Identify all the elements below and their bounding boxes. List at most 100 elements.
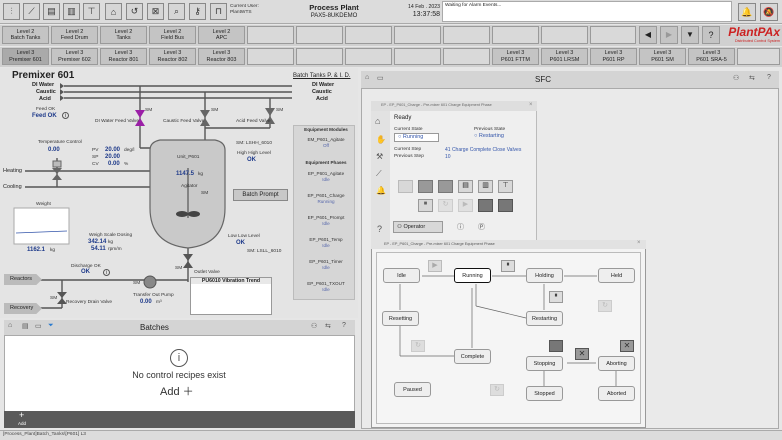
state-resetting[interactable]: Resetting <box>382 311 419 326</box>
tree-button[interactable]: ⊤ <box>498 180 513 193</box>
faceplate-close-icon[interactable]: × <box>529 102 533 108</box>
list-button[interactable]: ▤ <box>458 180 473 193</box>
footer-add-label[interactable]: Add <box>18 421 26 426</box>
nav-level3-p601-fttm[interactable]: Level 3 P601 FTTM <box>492 48 539 65</box>
document-icon[interactable]: ▤ <box>43 3 60 20</box>
filter-icon[interactable]: ⏷ <box>48 322 54 330</box>
key-icon[interactable]: ⚷ <box>189 3 206 20</box>
sp-value[interactable]: 20.00 <box>105 154 120 160</box>
info-icon[interactable]: i <box>103 269 110 276</box>
sliders-icon[interactable]: ⫶ <box>3 3 20 20</box>
state-aborted[interactable]: Aborted <box>598 386 635 401</box>
home-icon[interactable]: ⌂ <box>8 322 12 329</box>
state-idle[interactable]: Idle <box>383 268 420 283</box>
batch-prompt-button[interactable]: Batch Prompt <box>233 189 288 201</box>
vibration-trend[interactable]: PU6010 Vibration Trend <box>190 277 272 315</box>
info-icon[interactable]: ⓘ <box>457 222 464 232</box>
start-command-icon[interactable]: ▶ <box>428 260 442 272</box>
state-aborting[interactable]: Aborting <box>598 356 635 371</box>
nav-blank[interactable] <box>443 26 490 44</box>
nav-blank[interactable] <box>247 26 294 44</box>
abort-command-icon[interactable]: ✕ <box>620 340 634 352</box>
state-model-close-icon[interactable]: × <box>637 240 641 246</box>
settings-icon[interactable]: ⇆ <box>749 74 755 82</box>
list-icon[interactable]: ▤ <box>22 322 29 330</box>
lock-icon[interactable]: ⊓ <box>210 3 227 20</box>
operator-button[interactable]: ⚇ Operator <box>393 221 443 233</box>
phase-item[interactable]: EP_P601_Agitate Idle <box>297 171 355 182</box>
footer-plus-icon[interactable]: + <box>19 410 24 420</box>
history-icon[interactable]: ↺ <box>126 3 143 20</box>
hierarchy-icon[interactable]: ⊤ <box>83 3 100 20</box>
nav-level2-feed-drum[interactable]: Level 2 Feed Drum <box>51 26 98 44</box>
search-icon[interactable]: ⌕ <box>168 3 185 20</box>
help-icon[interactable]: ? <box>702 26 720 44</box>
nav-blank[interactable] <box>296 48 343 65</box>
forward-icon[interactable]: ▶ <box>660 26 678 44</box>
image-icon[interactable]: ▭ <box>377 74 384 82</box>
nav-level3-p601-sm[interactable]: Level 3 P601 SM <box>639 48 686 65</box>
phase-item[interactable]: EP_P601_Temp Idle <box>297 237 355 248</box>
recovery-label[interactable]: Recovery <box>4 303 42 314</box>
pause-command-icon[interactable]: ⏸ <box>501 260 515 272</box>
em-agitate[interactable]: EM_P601_Agitate Off <box>297 137 355 148</box>
stop-command-icon[interactable] <box>549 340 563 352</box>
state-holding[interactable]: Holding <box>526 268 563 283</box>
nav-blank[interactable] <box>296 26 343 44</box>
add-recipe-button[interactable]: Add ＋ <box>160 383 200 399</box>
pause-button[interactable]: ⏸ <box>418 199 433 212</box>
phase-item[interactable]: EP_P601_TXOUT Idle <box>297 281 355 292</box>
alarm-bell-icon[interactable]: 🔕 <box>760 3 778 21</box>
reset-command-icon[interactable]: ↻ <box>490 384 504 396</box>
nav-blank[interactable] <box>394 48 441 65</box>
user-icon[interactable]: ⚇ <box>311 322 317 330</box>
nav-level2-field-bus[interactable]: Level 2 Field Bus <box>149 26 196 44</box>
back-icon[interactable]: ◀ <box>639 26 657 44</box>
nav-blank[interactable] <box>345 48 392 65</box>
abort-command-icon[interactable]: ✕ <box>575 348 589 360</box>
reactors-label[interactable]: Reactors <box>4 274 42 285</box>
stop-button[interactable] <box>478 199 493 212</box>
nav-level2-batch-tanks[interactable]: Level 2 Batch Tanks <box>2 26 49 44</box>
nav-blank[interactable] <box>492 26 539 44</box>
nav-blank[interactable] <box>737 48 780 65</box>
help-icon[interactable]: ? <box>767 74 771 81</box>
bell-icon[interactable]: 🔔 <box>376 186 386 195</box>
home-icon[interactable]: ⌂ <box>105 3 122 20</box>
phase-item[interactable]: EP_P601_Prompt Idle <box>297 215 355 226</box>
nav-level2-apc[interactable]: Level 2 APC <box>198 26 245 44</box>
bell-icon[interactable]: 🔔 <box>738 3 756 21</box>
reset-button[interactable]: ↻ <box>438 199 453 212</box>
dropdown-icon[interactable]: ▼ <box>681 26 699 44</box>
p-icon[interactable]: Ⓟ <box>478 222 485 232</box>
building-icon[interactable]: ▥ <box>63 3 80 20</box>
reset-command-icon[interactable]: ↻ <box>598 300 612 312</box>
nav-level3-premixer-602[interactable]: Level 3 Premixer 602 <box>51 48 98 65</box>
abort-button[interactable] <box>498 199 513 212</box>
nav-blank[interactable] <box>394 26 441 44</box>
state-held[interactable]: Held <box>598 268 635 283</box>
phase-item[interactable]: EP_P601_Timer Idle <box>297 259 355 270</box>
help-icon[interactable]: ? <box>377 224 382 234</box>
state-restarting[interactable]: Restarting <box>526 311 563 326</box>
trend-icon[interactable]: ⟋ <box>23 3 40 20</box>
hand-icon[interactable]: ✋ <box>376 135 386 144</box>
reset-command-icon[interactable]: ↻ <box>411 340 425 352</box>
state-complete[interactable]: Complete <box>454 349 491 364</box>
play-button[interactable]: ▶ <box>458 199 473 212</box>
state-stopping[interactable]: Stopping <box>526 356 563 371</box>
nav-level3-p601-sra5[interactable]: Level 3 P601 SRA-5 <box>688 48 735 65</box>
nav-blank[interactable] <box>541 26 588 44</box>
alarm-banner[interactable]: Waiting for Alarm Events... <box>442 1 732 22</box>
restart-button[interactable] <box>438 180 453 193</box>
nav-level2-tanks[interactable]: Level 2 Tanks <box>100 26 147 44</box>
info-icon[interactable]: i <box>62 112 69 119</box>
restart-command-icon[interactable]: ⏸ <box>549 291 563 303</box>
nav-blank[interactable] <box>590 26 636 44</box>
help-icon[interactable]: ? <box>342 322 346 329</box>
nav-level3-reactor-803[interactable]: Level 3 Reactor 803 <box>198 48 245 65</box>
wrench-icon[interactable]: ⚒ <box>376 152 383 161</box>
nav-blank[interactable] <box>345 26 392 44</box>
hold-button[interactable] <box>418 180 433 193</box>
trend-icon[interactable]: ⟋ <box>376 169 382 179</box>
